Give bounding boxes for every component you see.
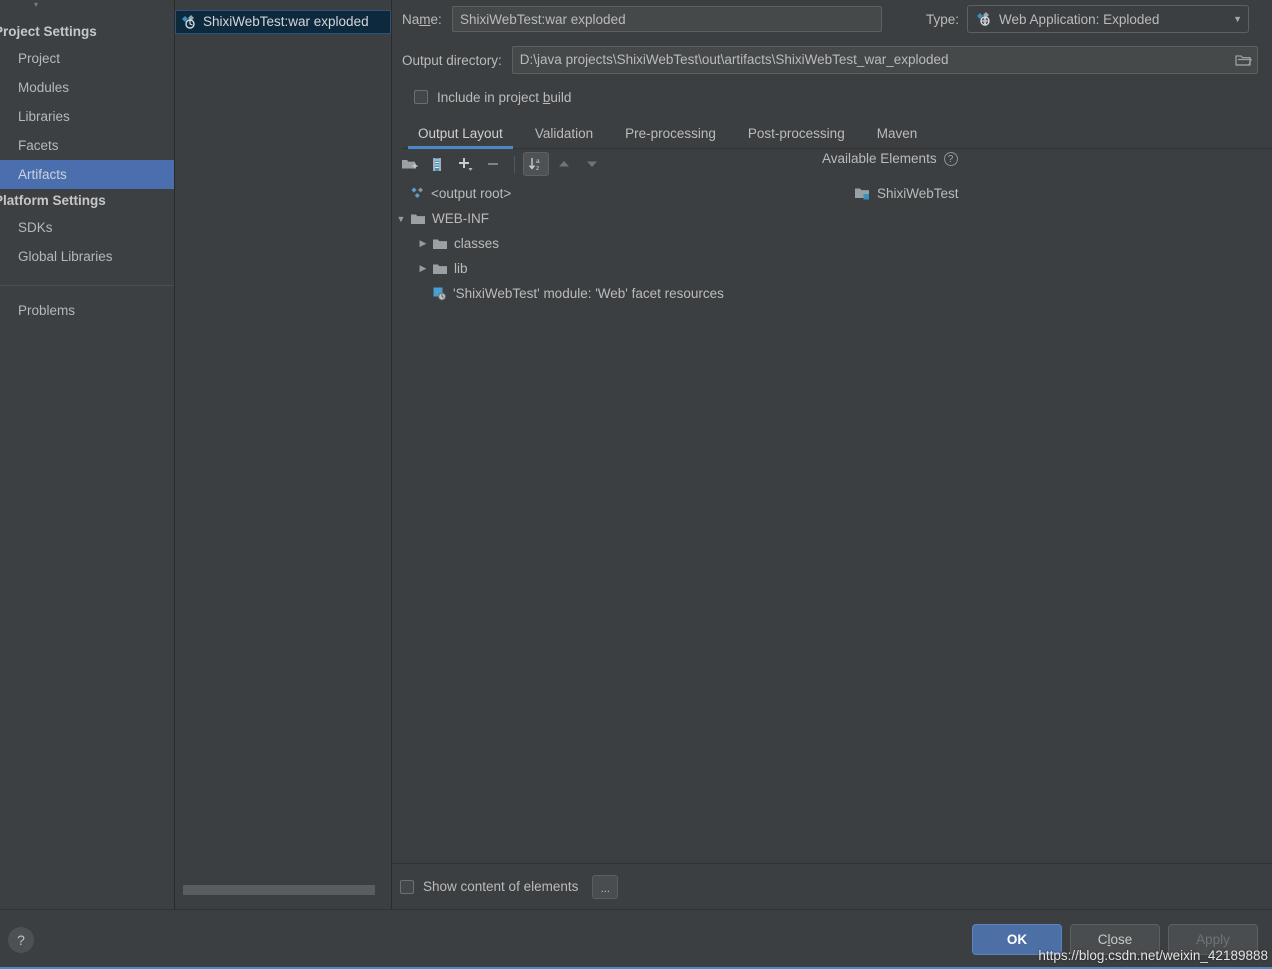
chevron-right-icon[interactable]: ▶ (414, 263, 432, 274)
add-element-button[interactable] (452, 152, 478, 176)
output-layout-tree: <output root> ▼ WEB-INF ▶ classes ▶ lib … (392, 179, 822, 863)
tree-node-output-root[interactable]: <output root> (392, 181, 822, 206)
available-elements-header: Available Elements ? (822, 151, 958, 166)
settings-sidebar: ▾ Project Settings Project Modules Libra… (0, 0, 174, 909)
artifacts-list-hscrollbar[interactable] (175, 883, 391, 897)
tree-node-classes[interactable]: ▶ classes (392, 231, 822, 256)
show-content-of-elements-label: Show content of elements (423, 879, 579, 894)
plus-dropdown-icon (459, 158, 473, 171)
output-layout-area: <output root> ▼ WEB-INF ▶ classes ▶ lib … (392, 179, 1272, 863)
include-in-project-build-checkbox[interactable] (414, 90, 428, 104)
tree-node-label: ShixiWebTest (877, 186, 959, 201)
name-label: Name: (402, 11, 442, 27)
sidebar-item-problems[interactable]: Problems (0, 296, 174, 325)
add-archive-button[interactable] (424, 152, 450, 176)
type-dropdown-value: Web Application: Exploded (999, 11, 1160, 27)
tree-node-label: WEB-INF (432, 211, 489, 226)
tab-pre-processing[interactable]: Pre-processing (609, 126, 732, 148)
tree-node-label: <output root> (431, 186, 512, 201)
sidebar-divider (0, 285, 174, 286)
web-application-exploded-icon (976, 11, 992, 27)
chevron-down-icon: ▼ (1233, 14, 1243, 24)
tab-maven[interactable]: Maven (861, 126, 934, 148)
include-in-project-build-label: Include in project build (437, 89, 572, 105)
output-directory-input[interactable]: D:\java projects\ShixiWebTest\out\artifa… (513, 47, 1229, 73)
facet-resources-icon (432, 286, 447, 301)
more-options-button[interactable]: ... (592, 874, 619, 899)
tree-node-facet-resources[interactable]: 'ShixiWebTest' module: 'Web' facet resou… (392, 281, 822, 306)
output-layout-options: Show content of elements ... (392, 863, 1272, 909)
minus-icon (488, 163, 498, 165)
folder-icon (432, 237, 448, 251)
remove-element-button[interactable] (480, 152, 506, 176)
chevron-right-icon[interactable]: ▶ (414, 238, 432, 249)
artifact-detail-panel: Name: ShixiWebTest:war exploded Type: We… (392, 0, 1272, 909)
dialog-footer: ? OK Cl ose Apply https://blog.csdn.net/w… (0, 909, 1272, 969)
sidebar-scroll-caret-icon: ▾ (34, 0, 39, 9)
watermark-text: https://blog.csdn.net/weixin_42189888 (1038, 948, 1268, 963)
artifact-tabs: Output Layout Validation Pre-processing … (402, 118, 1272, 149)
help-icon[interactable]: ? (943, 151, 958, 166)
output-directory-label: Output directory: (402, 52, 502, 68)
dialog-body: ▾ Project Settings Project Modules Libra… (0, 0, 1272, 909)
svg-text:a: a (536, 158, 540, 165)
folder-icon (432, 262, 448, 276)
tree-node-available-module[interactable]: ShixiWebTest (822, 181, 1272, 206)
tree-node-lib[interactable]: ▶ lib (392, 256, 822, 281)
name-type-row: Name: ShixiWebTest:war exploded Type: We… (402, 0, 1258, 38)
add-archive-icon (433, 157, 441, 171)
project-structure-dialog: ▾ Project Settings Project Modules Libra… (0, 0, 1272, 969)
browse-folder-button[interactable] (1229, 47, 1257, 73)
artifacts-list-panel: ShixiWebTest:war exploded (174, 0, 392, 909)
show-content-of-elements-row[interactable]: Show content of elements (400, 872, 578, 902)
tab-post-processing[interactable]: Post-processing (732, 126, 861, 148)
tree-node-label: classes (454, 236, 500, 251)
module-icon (854, 186, 871, 201)
artifact-form: Name: ShixiWebTest:war exploded Type: We… (392, 0, 1272, 112)
output-directory-row: Output directory: D:\java projects\Shixi… (402, 38, 1258, 82)
sidebar-group-platform-settings: Platform Settings (0, 193, 106, 208)
include-in-project-build-row[interactable]: Include in project build (402, 82, 1258, 112)
name-input[interactable]: ShixiWebTest:war exploded (452, 6, 882, 32)
svg-text:z: z (536, 165, 539, 172)
sidebar-group-project-settings: Project Settings (0, 24, 97, 39)
tree-node-label: 'ShixiWebTest' module: 'Web' facet resou… (453, 286, 724, 301)
tree-node-label: lib (454, 261, 468, 276)
toolbar-divider (514, 155, 515, 173)
move-down-button[interactable] (579, 152, 605, 176)
folder-open-icon (1234, 54, 1252, 66)
tree-node-web-inf[interactable]: ▼ WEB-INF (392, 206, 822, 231)
folder-icon (410, 212, 426, 226)
output-layout-toolbar: a z Available Elements ? (392, 149, 1272, 179)
type-label: Type: (926, 11, 960, 27)
artifacts-list-hscrollbar-thumb[interactable] (183, 885, 375, 895)
add-directory-icon (401, 159, 417, 168)
sidebar-item-modules[interactable]: Modules (0, 73, 174, 102)
sidebar-item-libraries[interactable]: Libraries (0, 102, 174, 131)
sidebar-item-facets[interactable]: Facets (0, 131, 174, 160)
artifact-icon (181, 14, 197, 30)
sidebar-item-sdks[interactable]: SDKs (0, 213, 174, 242)
sidebar-item-artifacts[interactable]: Artifacts (0, 160, 174, 189)
sidebar-item-global-libraries[interactable]: Global Libraries (0, 242, 174, 271)
sort-az-icon: a z (528, 158, 540, 172)
output-root-icon (410, 186, 425, 201)
show-content-of-elements-checkbox[interactable] (400, 879, 414, 894)
list-item[interactable]: ShixiWebTest:war exploded (175, 10, 391, 34)
tab-output-layout[interactable]: Output Layout (402, 126, 519, 149)
add-directory-button[interactable] (396, 152, 422, 176)
list-item-label: ShixiWebTest:war exploded (203, 14, 369, 29)
help-button[interactable]: ? (8, 926, 34, 953)
available-elements-tree: ShixiWebTest (822, 179, 1272, 863)
available-elements-label: Available Elements (822, 151, 937, 166)
chevron-down-icon[interactable]: ▼ (392, 214, 410, 224)
move-up-button[interactable] (551, 152, 577, 176)
move-down-icon (587, 161, 597, 167)
type-dropdown[interactable]: Web Application: Exploded ▼ (967, 5, 1250, 33)
sort-alphabetically-button[interactable]: a z (523, 152, 549, 176)
sidebar-item-project[interactable]: Project (0, 44, 174, 73)
tab-validation[interactable]: Validation (519, 126, 609, 148)
move-up-icon (559, 161, 569, 167)
